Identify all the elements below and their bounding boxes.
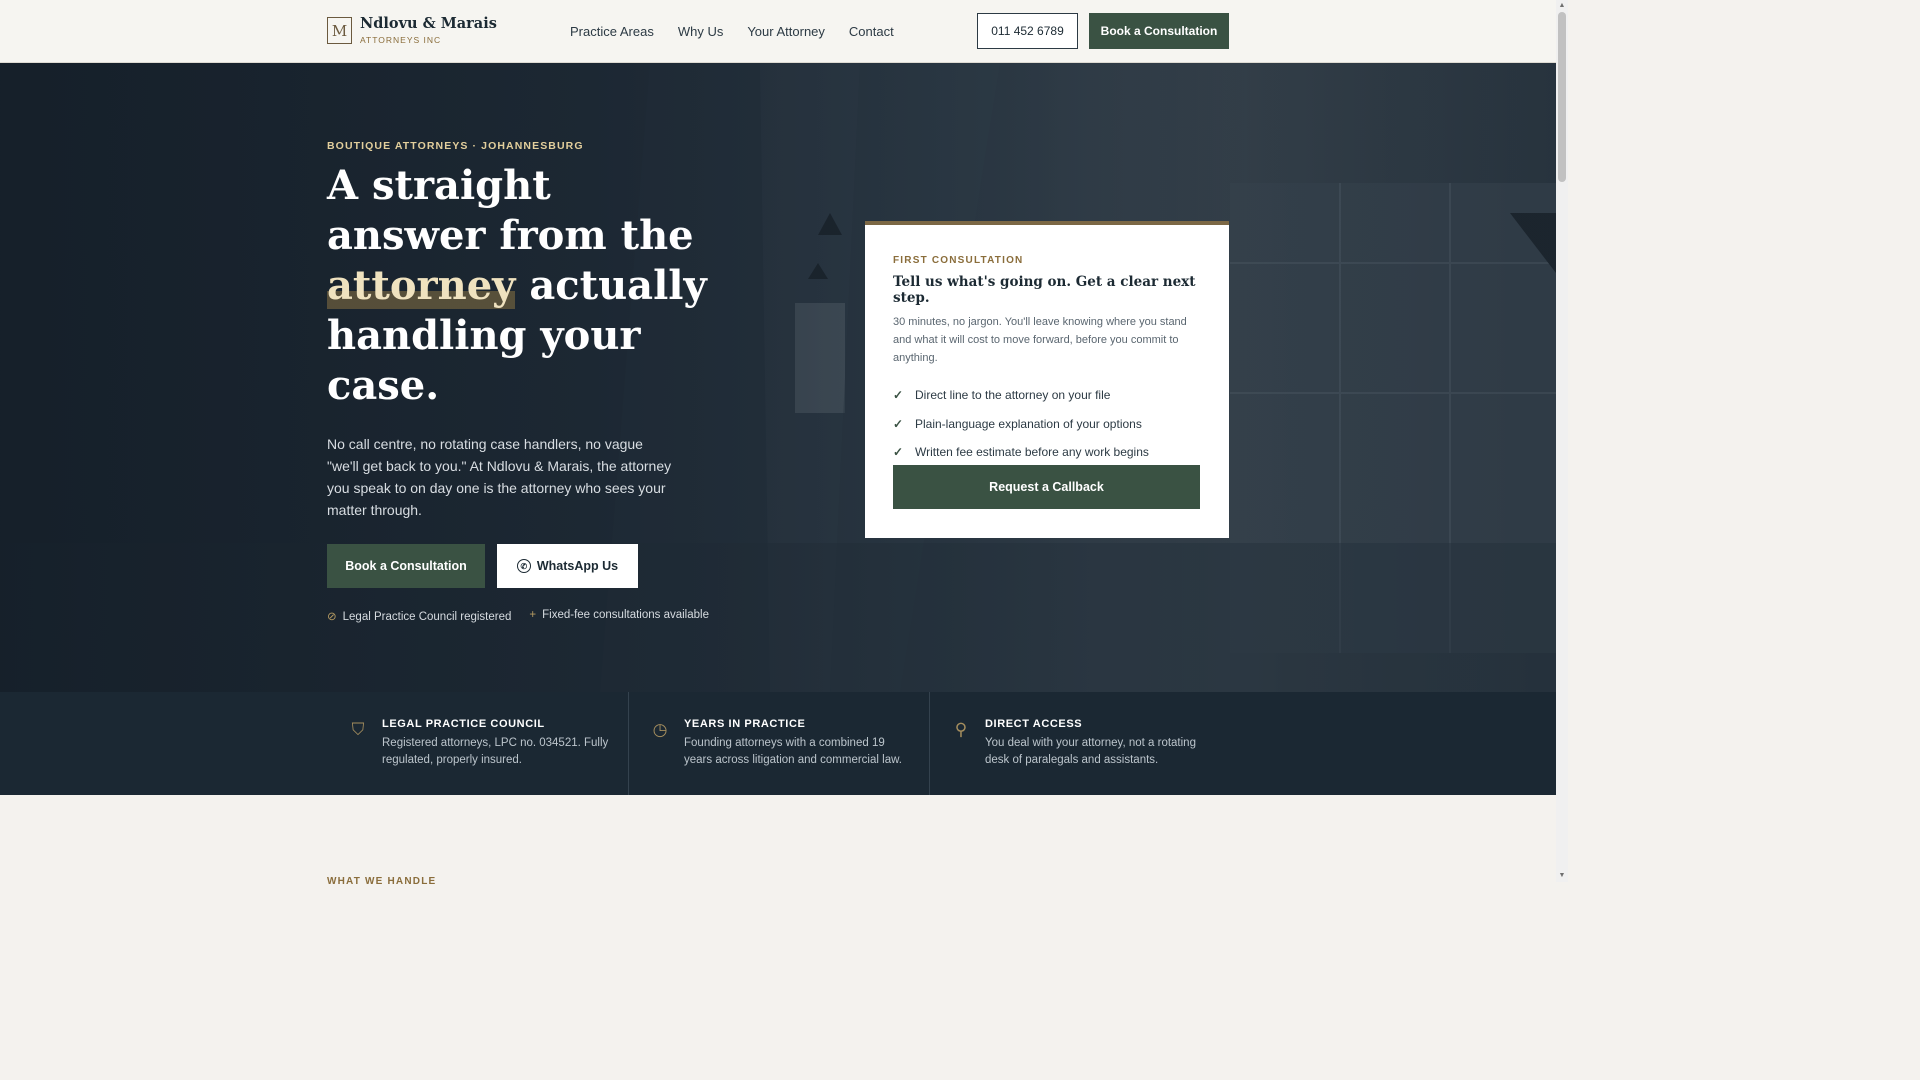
check-circle-icon: ⊘ (327, 611, 337, 623)
main-nav: Practice Areas Why Us Your Attorney Cont… (570, 24, 894, 39)
logo-mark-icon: M (327, 17, 352, 44)
list-item-label: Plain-language explanation of your optio… (915, 416, 1142, 431)
credential-title: LEGAL PRACTICE COUNCIL (382, 718, 545, 730)
book-consultation-button[interactable]: Book a Consultation (327, 544, 485, 588)
list-item: ✓ Direct line to the attorney on your fil… (893, 381, 1201, 410)
phone-button[interactable]: 011 452 6789 (977, 13, 1078, 49)
headline-part-1: A straight answer from the (327, 162, 694, 259)
nav-contact[interactable]: Contact (849, 24, 894, 39)
hero-eyebrow: BOUTIQUE ATTORNEYS · JOHANNESBURG (327, 140, 584, 152)
credential-title: DIRECT ACCESS (985, 718, 1083, 730)
nav-your-attorney[interactable]: Your Attorney (747, 24, 825, 39)
card-text: 30 minutes, no jargon. You'll leave know… (893, 316, 1187, 364)
credential-years: ◷ YEARS IN PRACTICE Founding attorneys w… (628, 692, 929, 795)
shield-icon: ⛉ (351, 720, 365, 739)
trust-item-fixed-fee: + Fixed-fee consultations available (529, 609, 709, 623)
list-item: ✓ Written fee estimate before any work be… (893, 438, 1201, 467)
plus-icon: + (529, 609, 537, 621)
hero-description: No call centre, no rotating case handler… (327, 436, 672, 518)
scroll-up-icon[interactable]: ▲ (1558, 2, 1566, 10)
list-item-label: Direct line to the attorney on your file (915, 388, 1111, 403)
hero-overlay (0, 63, 1556, 692)
request-callback-button[interactable]: Request a Callback (893, 465, 1200, 509)
credential-text: Registered attorneys, LPC no. 034521. Fu… (382, 737, 609, 766)
credential-text: You deal with your attorney, not a rotat… (985, 737, 1196, 766)
hero-section: BOUTIQUE ATTORNEYS · JOHANNESBURG A stra… (0, 63, 1556, 692)
trust-item-label: Fixed-fee consultations available (542, 609, 709, 621)
clock-icon: ◷ (652, 720, 668, 739)
credential-lpc: ⛉ LEGAL PRACTICE COUNCIL Registered atto… (327, 692, 628, 795)
list-item-label: Written fee estimate before any work beg… (915, 445, 1149, 460)
person-icon: ⚲ (954, 720, 968, 739)
logo[interactable]: M Ndlovu & Marais ATTORNEYS INC (327, 16, 497, 45)
logo-name: Ndlovu & Marais (360, 15, 497, 32)
scrollbar-thumb[interactable] (1558, 12, 1566, 182)
book-consultation-header-button[interactable]: Book a Consultation (1089, 13, 1229, 49)
consultation-card: FIRST CONSULTATION Tell us what's going … (865, 221, 1229, 538)
site-header: M Ndlovu & Marais ATTORNEYS INC Practice… (0, 0, 1556, 63)
trust-item-label: Legal Practice Council registered (342, 611, 512, 623)
list-item: ✓ Plain-language explanation of your opti… (893, 410, 1201, 439)
page-scrollbar[interactable]: ▲ ▼ (1556, 0, 1568, 882)
whatsapp-button[interactable]: ✆ WhatsApp Us (497, 544, 638, 588)
check-icon: ✓ (893, 445, 904, 460)
headline-highlight: attorney (327, 262, 516, 309)
nav-why-us[interactable]: Why Us (678, 24, 724, 39)
credentials-bar: ⛉ LEGAL PRACTICE COUNCIL Registered atto… (0, 692, 1556, 795)
whatsapp-label: WhatsApp Us (536, 559, 619, 573)
check-icon: ✓ (893, 416, 904, 431)
logo-subtitle: ATTORNEYS INC (360, 35, 442, 45)
whatsapp-icon: ✆ (516, 559, 531, 573)
card-benefits-list: ✓ Direct line to the attorney on your fil… (893, 381, 1201, 467)
credential-direct-access: ⚲ DIRECT ACCESS You deal with your attor… (929, 692, 1230, 795)
scroll-down-icon[interactable]: ▼ (1558, 872, 1566, 880)
nav-practice-areas[interactable]: Practice Areas (570, 24, 654, 39)
credential-text: Founding attorneys with a combined 19 ye… (684, 737, 902, 766)
trust-item-lpc: ⊘ Legal Practice Council registered (327, 609, 511, 623)
card-eyebrow: FIRST CONSULTATION (893, 255, 1024, 266)
hero-trust-row: ⊘ Legal Practice Council registered + Fixe… (327, 609, 709, 623)
check-icon: ✓ (893, 388, 904, 403)
card-title: Tell us what's going on. Get a clear nex… (893, 274, 1196, 306)
credential-title: YEARS IN PRACTICE (684, 718, 806, 730)
section-eyebrow-what-we-handle: WHAT WE HANDLE (327, 876, 437, 887)
hero-headline: A straight answer from the attorney actu… (327, 161, 707, 411)
